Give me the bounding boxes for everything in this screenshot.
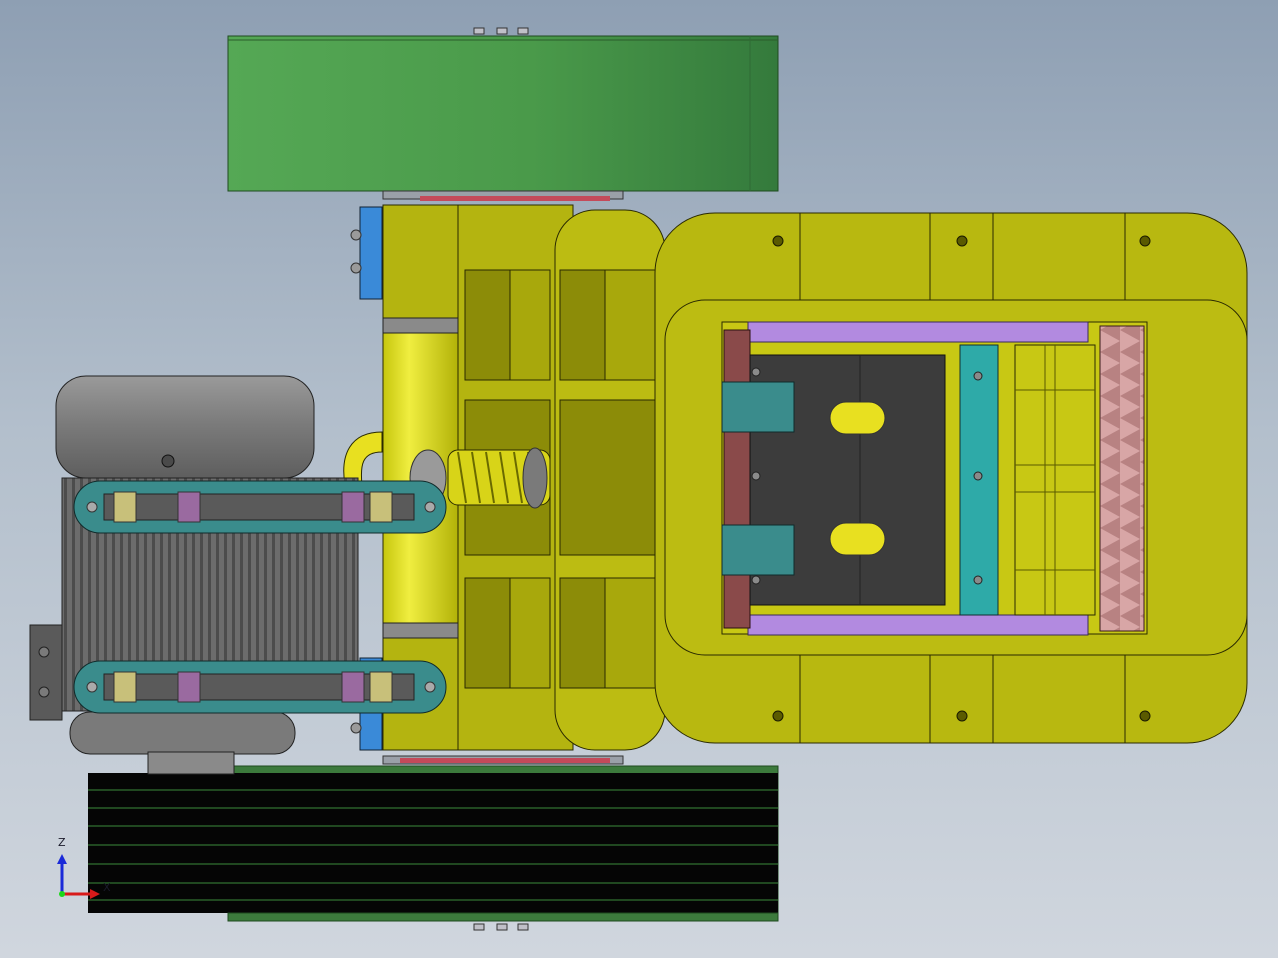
bottom-hub-bolts <box>473 923 529 931</box>
top-shaft-collar <box>382 190 624 201</box>
bottom-liner <box>747 614 1089 636</box>
bottom-flywheel[interactable] <box>88 765 779 931</box>
crushing-chamber[interactable] <box>721 321 1148 636</box>
top-liner <box>747 321 1089 343</box>
fixed-jaw-left <box>723 329 751 629</box>
cad-viewport[interactable] <box>0 0 1278 958</box>
motor-end-cap <box>55 375 315 479</box>
motor-rail-top[interactable] <box>73 480 447 534</box>
x-axis-label: X <box>103 881 111 894</box>
middle-frame[interactable] <box>554 209 666 751</box>
bottom-shaft-collar <box>382 755 624 765</box>
motor-drive-end <box>69 711 296 755</box>
electric-motor[interactable] <box>29 375 359 775</box>
z-axis-label: Z <box>58 836 66 849</box>
motor-rail-bottom[interactable] <box>73 660 447 714</box>
bearing-block-top <box>359 206 383 300</box>
view-triad: Z X <box>48 830 128 910</box>
teal-bracket-top <box>721 381 795 433</box>
teal-bracket-bottom <box>721 524 795 576</box>
top-flywheel[interactable] <box>227 27 779 192</box>
tension-hook <box>343 431 383 486</box>
jaw-teeth <box>1099 325 1145 632</box>
top-hub-bolts <box>473 27 529 35</box>
